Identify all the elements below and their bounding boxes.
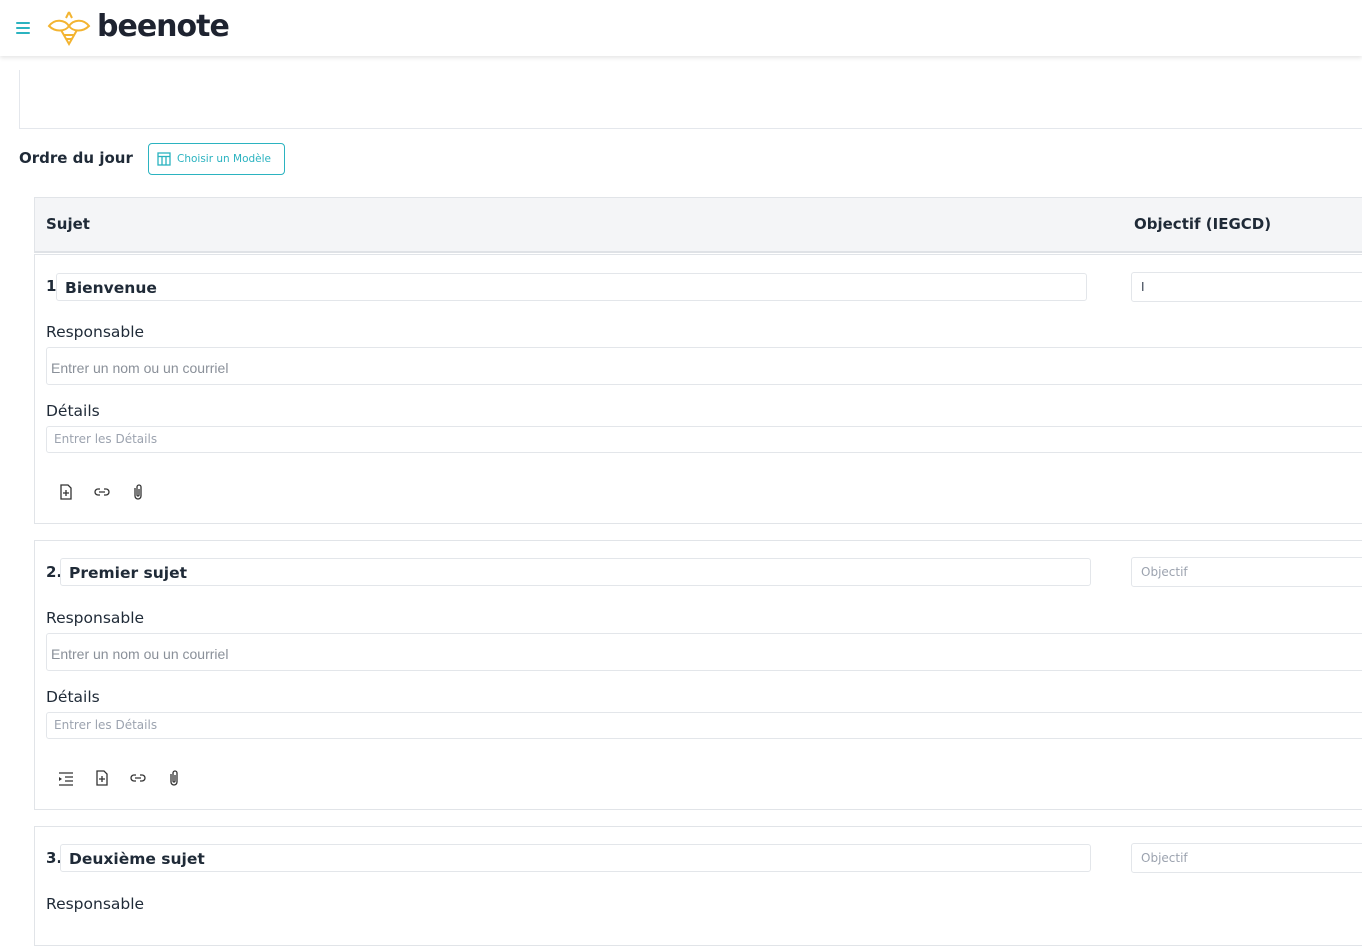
responsable-label: Responsable	[46, 895, 145, 913]
item-toolbar	[57, 483, 147, 501]
details-input[interactable]: Entrer les Détails	[46, 712, 1362, 739]
link-icon[interactable]	[129, 769, 147, 787]
add-file-icon[interactable]	[93, 769, 111, 787]
hamburger-icon[interactable]	[16, 22, 30, 34]
table-icon	[157, 152, 171, 166]
item-toolbar	[57, 769, 183, 787]
responsable-input[interactable]: Entrer un nom ou un courriel	[46, 347, 1362, 385]
responsable-label: Responsable	[46, 323, 145, 341]
objective-input[interactable]: I	[1131, 272, 1362, 302]
details-label: Détails	[46, 402, 100, 420]
bee-logo-icon	[47, 11, 91, 46]
details-input[interactable]: Entrer les Détails	[46, 426, 1362, 453]
subject-input[interactable]: Bienvenue	[56, 273, 1087, 301]
brand-name: beenote	[97, 9, 230, 44]
top-bar: beenote	[0, 0, 1362, 56]
responsable-label: Responsable	[46, 609, 145, 627]
agenda-item-1: 1. Bienvenue I Responsable Entrer un nom…	[34, 254, 1362, 524]
indent-icon[interactable]	[57, 769, 75, 787]
choose-template-label: Choisir un Modèle	[177, 153, 272, 165]
subject-input[interactable]: Premier sujet	[60, 558, 1091, 586]
details-label: Détails	[46, 688, 100, 706]
add-file-icon[interactable]	[57, 483, 75, 501]
paperclip-icon[interactable]	[165, 769, 183, 787]
agenda-item-3: 3. Deuxième sujet Objectif Responsable	[34, 826, 1362, 946]
choose-template-button[interactable]: Choisir un Modèle	[148, 143, 285, 175]
link-icon[interactable]	[93, 483, 111, 501]
agenda-title: Ordre du jour	[19, 149, 133, 167]
previous-panel	[19, 70, 1362, 129]
agenda-item-2: 2. Premier sujet Objectif Responsable En…	[34, 540, 1362, 810]
objective-input[interactable]: Objectif	[1131, 843, 1362, 873]
paperclip-icon[interactable]	[129, 483, 147, 501]
objective-input[interactable]: Objectif	[1131, 557, 1362, 587]
column-subject: Sujet	[46, 215, 90, 233]
responsable-input[interactable]: Entrer un nom ou un courriel	[46, 633, 1362, 671]
subject-input[interactable]: Deuxième sujet	[60, 844, 1091, 872]
agenda-table-header: Sujet Objectif (IEGCD)	[34, 197, 1362, 253]
column-objective: Objectif (IEGCD)	[1134, 215, 1272, 233]
